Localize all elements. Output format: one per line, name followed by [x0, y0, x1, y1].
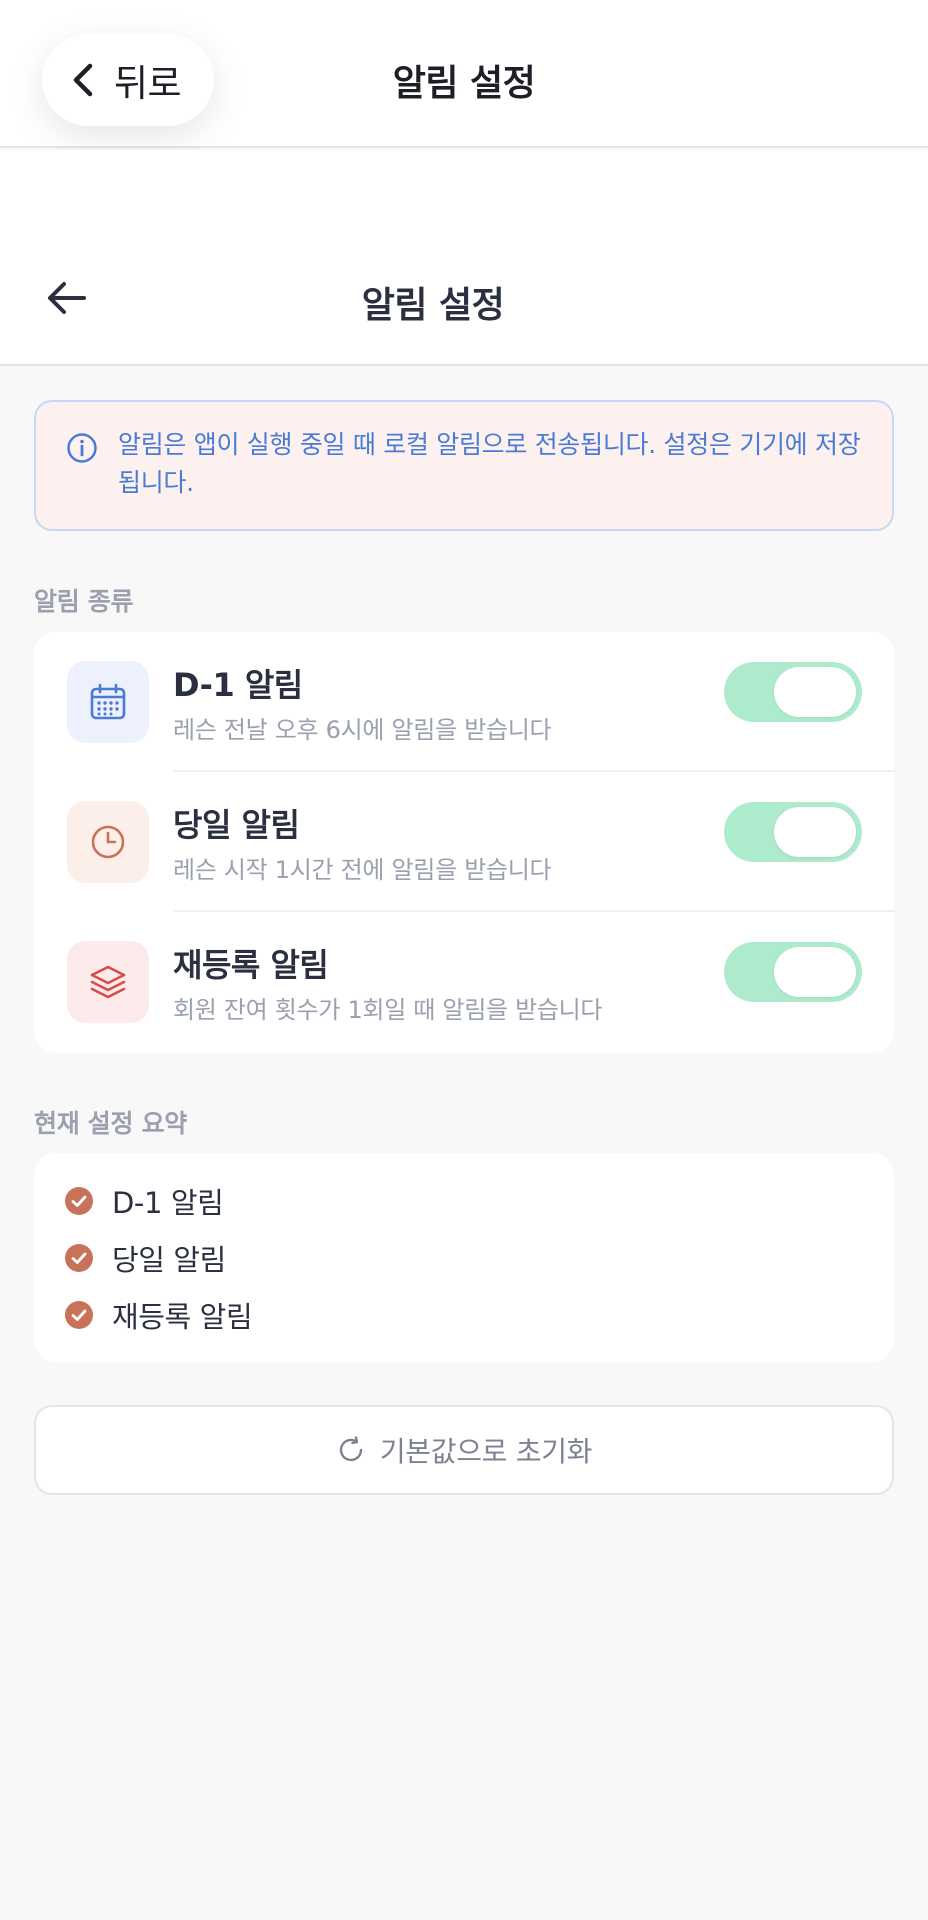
notification-icon-box [67, 661, 149, 743]
section-label-notification-types: 알림 종류 [34, 587, 134, 616]
summary-item: 재등록 알림 [64, 1295, 253, 1335]
clock-icon [91, 825, 125, 859]
summary-item-label: 재등록 알림 [112, 1300, 253, 1334]
nav-spacer [0, 150, 928, 228]
notification-types-card: D-1 알림 레슨 전날 오후 6시에 알림을 받습니다 당일 알림 레슨 시작… [34, 632, 894, 1053]
check-circle-icon [65, 1187, 93, 1215]
notification-description: 레슨 전날 오후 6시에 알림을 받습니다 [173, 716, 552, 744]
summary-item-label: 당일 알림 [112, 1243, 226, 1277]
info-icon [67, 433, 97, 463]
summary-item-label: D-1 알림 [112, 1186, 224, 1220]
notification-icon-box [67, 941, 149, 1023]
notification-settings-screen: 뒤로 알림 설정 알림 설정 알림은 앱이 실행 중일 때 로컬 알림으로 전송… [0, 0, 928, 1920]
notification-title: 재등록 알림 [173, 946, 329, 984]
notification-row-d1: D-1 알림 레슨 전날 오후 6시에 알림을 받습니다 [34, 632, 894, 772]
notification-description: 회원 잔여 횟수가 1회일 때 알림을 받습니다 [173, 996, 603, 1024]
notification-description: 레슨 시작 1시간 전에 알림을 받습니다 [173, 856, 552, 884]
info-banner: 알림은 앱이 실행 중일 때 로컬 알림으로 전송됩니다. 설정은 기기에 저장… [34, 400, 894, 531]
summary-item: 당일 알림 [64, 1238, 226, 1278]
page-title: 알림 설정 [361, 285, 505, 326]
calendar-icon [90, 683, 126, 720]
check-circle-icon [65, 1301, 93, 1329]
top-nav-bar: 뒤로 알림 설정 [0, 0, 928, 148]
layers-icon [90, 965, 126, 999]
summary-card: D-1 알림 당일 알림 재등록 알림 [34, 1153, 894, 1362]
info-banner-text: 알림은 앱이 실행 중일 때 로컬 알림으로 전송됩니다. 설정은 기기에 저장… [118, 430, 861, 497]
notification-row-re-registration: 재등록 알림 회원 잔여 횟수가 1회일 때 알림을 받습니다 [34, 912, 894, 1052]
toggle-knob [774, 947, 856, 997]
section-label-summary: 현재 설정 요약 [34, 1109, 188, 1138]
notification-title: 당일 알림 [173, 806, 300, 844]
nav-title: 알림 설정 [392, 63, 536, 104]
toggle-same-day-notification[interactable] [724, 802, 862, 862]
summary-item: D-1 알림 [64, 1181, 224, 1221]
notification-icon-box [67, 801, 149, 883]
toggle-knob [774, 667, 856, 717]
reset-button-label: 기본값으로 초기화 [379, 1435, 593, 1468]
toggle-re-registration-notification[interactable] [724, 942, 862, 1002]
toggle-d1-notification[interactable] [724, 662, 862, 722]
page-header: 알림 설정 [0, 228, 928, 366]
toggle-knob [774, 807, 856, 857]
check-circle-icon [65, 1244, 93, 1272]
notification-row-same-day: 당일 알림 레슨 시작 1시간 전에 알림을 받습니다 [34, 772, 894, 912]
notification-title: D-1 알림 [173, 666, 303, 704]
refresh-icon [339, 1436, 363, 1462]
reset-to-default-button[interactable]: 기본값으로 초기화 [34, 1405, 894, 1495]
